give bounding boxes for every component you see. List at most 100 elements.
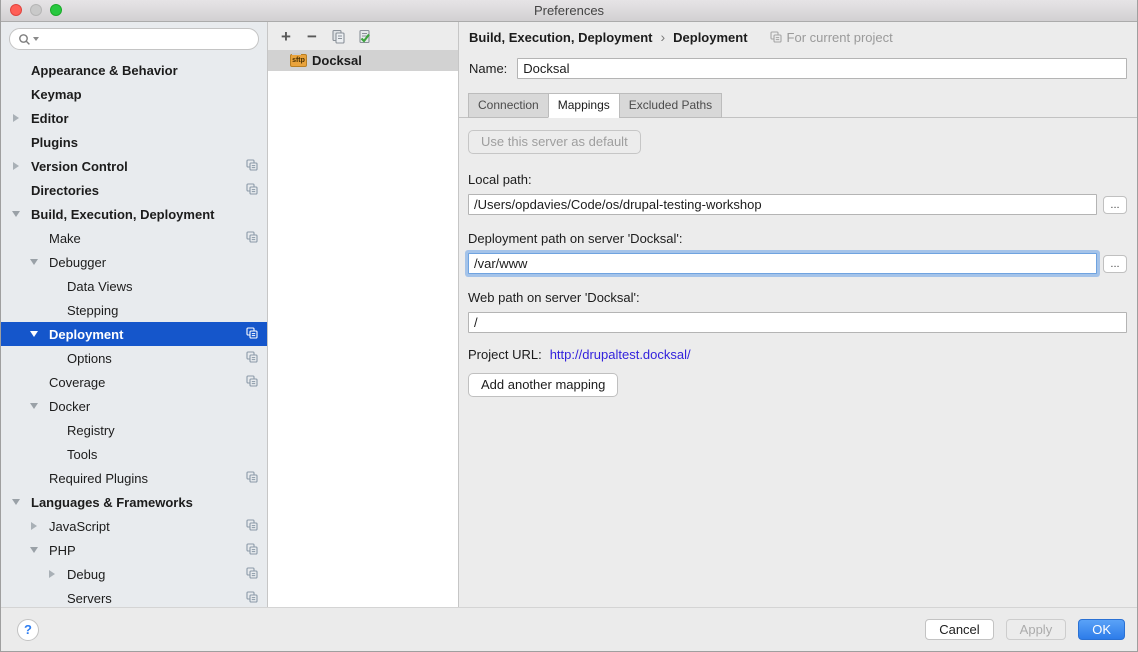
sidebar-item-label: Data Views (67, 279, 133, 294)
tab-mappings[interactable]: Mappings (548, 93, 619, 118)
deployment-settings-panel: Build, Execution, Deployment › Deploymen… (459, 22, 1137, 607)
current-project-icon (246, 591, 258, 603)
current-project-icon (246, 567, 258, 579)
sidebar-item-options[interactable]: Options (1, 346, 267, 370)
current-project-icon (246, 351, 258, 363)
chevron-down-icon[interactable] (29, 547, 49, 553)
scope-indicator: For current project (770, 30, 893, 45)
chevron-down-icon[interactable] (11, 211, 31, 217)
sftp-server-icon: sftp (290, 54, 307, 67)
project-url-link[interactable]: http://drupaltest.docksal/ (550, 347, 691, 362)
server-list: sftp Docksal (268, 50, 458, 71)
local-path-input[interactable] (468, 194, 1097, 215)
remove-server-button[interactable]: − (303, 27, 321, 45)
name-label: Name: (469, 61, 507, 76)
use-as-default-button[interactable] (355, 27, 373, 45)
sidebar-item-stepping[interactable]: Stepping (1, 298, 267, 322)
current-project-icon (246, 327, 258, 339)
close-button[interactable] (10, 4, 22, 16)
server-list-item-docksal[interactable]: sftp Docksal (268, 50, 458, 71)
use-server-default-button[interactable]: Use this server as default (468, 130, 641, 154)
server-list-panel: + − (268, 22, 459, 607)
sidebar-item-servers[interactable]: Servers (1, 586, 267, 607)
sidebar-item-registry[interactable]: Registry (1, 418, 267, 442)
sidebar-item-label: Appearance & Behavior (31, 63, 178, 78)
deployment-path-browse-button[interactable]: ... (1103, 255, 1127, 273)
current-project-icon (246, 519, 258, 531)
chevron-down-icon[interactable] (29, 259, 49, 265)
sidebar-item-required-plugins[interactable]: Required Plugins (1, 466, 267, 490)
sidebar-item-javascript[interactable]: JavaScript (1, 514, 267, 538)
chevron-down-icon[interactable] (11, 499, 31, 505)
search-input[interactable] (43, 32, 250, 46)
sidebar-item-data-views[interactable]: Data Views (1, 274, 267, 298)
add-server-button[interactable]: + (277, 27, 295, 45)
settings-sidebar: Appearance & Behavior Keymap Editor Plugins… (1, 22, 268, 607)
sidebar-item-appearance-behavior[interactable]: Appearance & Behavior (1, 58, 267, 82)
chevron-right-icon[interactable] (11, 162, 31, 170)
apply-button[interactable]: Apply (1006, 619, 1067, 640)
local-path-browse-button[interactable]: ... (1103, 196, 1127, 214)
deployment-path-label: Deployment path on server 'Docksal': (468, 231, 1127, 246)
mappings-form: Use this server as default Local path: .… (459, 118, 1137, 607)
web-path-label: Web path on server 'Docksal': (468, 290, 1127, 305)
sidebar-item-make[interactable]: Make (1, 226, 267, 250)
sidebar-item-plugins[interactable]: Plugins (1, 130, 267, 154)
sidebar-item-build-execution-deployment[interactable]: Build, Execution, Deployment (1, 202, 267, 226)
deployment-path-input[interactable] (468, 253, 1097, 274)
add-mapping-button[interactable]: Add another mapping (468, 373, 618, 397)
sidebar-item-label: Make (49, 231, 81, 246)
breadcrumb-page: Deployment (673, 30, 747, 45)
sidebar-item-label: Debug (67, 567, 105, 582)
current-project-icon (246, 231, 258, 243)
search-box[interactable] (9, 28, 259, 50)
sidebar-item-label: Plugins (31, 135, 78, 150)
search-options-caret[interactable] (33, 37, 39, 41)
copy-server-button[interactable] (329, 27, 347, 45)
sidebar-item-label: Keymap (31, 87, 82, 102)
chevron-down-icon[interactable] (29, 331, 49, 337)
title-bar: Preferences (1, 0, 1137, 22)
zoom-button[interactable] (50, 4, 62, 16)
minimize-button[interactable] (30, 4, 42, 16)
breadcrumb: Build, Execution, Deployment › Deploymen… (459, 22, 1137, 52)
breadcrumb-category[interactable]: Build, Execution, Deployment (469, 30, 652, 45)
sidebar-item-label: Debugger (49, 255, 106, 270)
ok-button[interactable]: OK (1078, 619, 1125, 640)
sidebar-item-version-control[interactable]: Version Control (1, 154, 267, 178)
server-item-label: Docksal (312, 53, 362, 68)
scope-label: For current project (787, 30, 893, 45)
sidebar-item-debug[interactable]: Debug (1, 562, 267, 586)
server-name-input[interactable] (517, 58, 1127, 79)
tab-connection[interactable]: Connection (468, 93, 548, 118)
sidebar-item-label: Directories (31, 183, 99, 198)
sidebar-item-tools[interactable]: Tools (1, 442, 267, 466)
chevron-right-icon[interactable] (29, 522, 49, 530)
window-title: Preferences (534, 3, 604, 18)
tab-excluded-paths[interactable]: Excluded Paths (619, 93, 722, 118)
sidebar-item-keymap[interactable]: Keymap (1, 82, 267, 106)
sidebar-item-label: PHP (49, 543, 76, 558)
sidebar-item-label: Version Control (31, 159, 128, 174)
cancel-button[interactable]: Cancel (925, 619, 993, 640)
chevron-right-icon[interactable] (47, 570, 67, 578)
window-controls (10, 4, 62, 16)
sidebar-item-editor[interactable]: Editor (1, 106, 267, 130)
web-path-input[interactable] (468, 312, 1127, 333)
sidebar-item-debugger[interactable]: Debugger (1, 250, 267, 274)
chevron-right-icon[interactable] (11, 114, 31, 122)
sidebar-item-label: Tools (67, 447, 97, 462)
chevron-down-icon[interactable] (29, 403, 49, 409)
sidebar-item-languages-frameworks[interactable]: Languages & Frameworks (1, 490, 267, 514)
sidebar-item-directories[interactable]: Directories (1, 178, 267, 202)
help-button[interactable]: ? (17, 619, 39, 641)
sidebar-item-coverage[interactable]: Coverage (1, 370, 267, 394)
settings-tabs: ConnectionMappingsExcluded Paths (468, 93, 1137, 118)
sidebar-item-label: Options (67, 351, 112, 366)
sidebar-item-php[interactable]: PHP (1, 538, 267, 562)
sidebar-item-label: Coverage (49, 375, 105, 390)
sidebar-item-docker[interactable]: Docker (1, 394, 267, 418)
preferences-window: Preferences Appearance & Behavior Keymap E… (0, 0, 1138, 652)
sidebar-item-deployment[interactable]: Deployment (1, 322, 267, 346)
sidebar-item-label: Editor (31, 111, 69, 126)
